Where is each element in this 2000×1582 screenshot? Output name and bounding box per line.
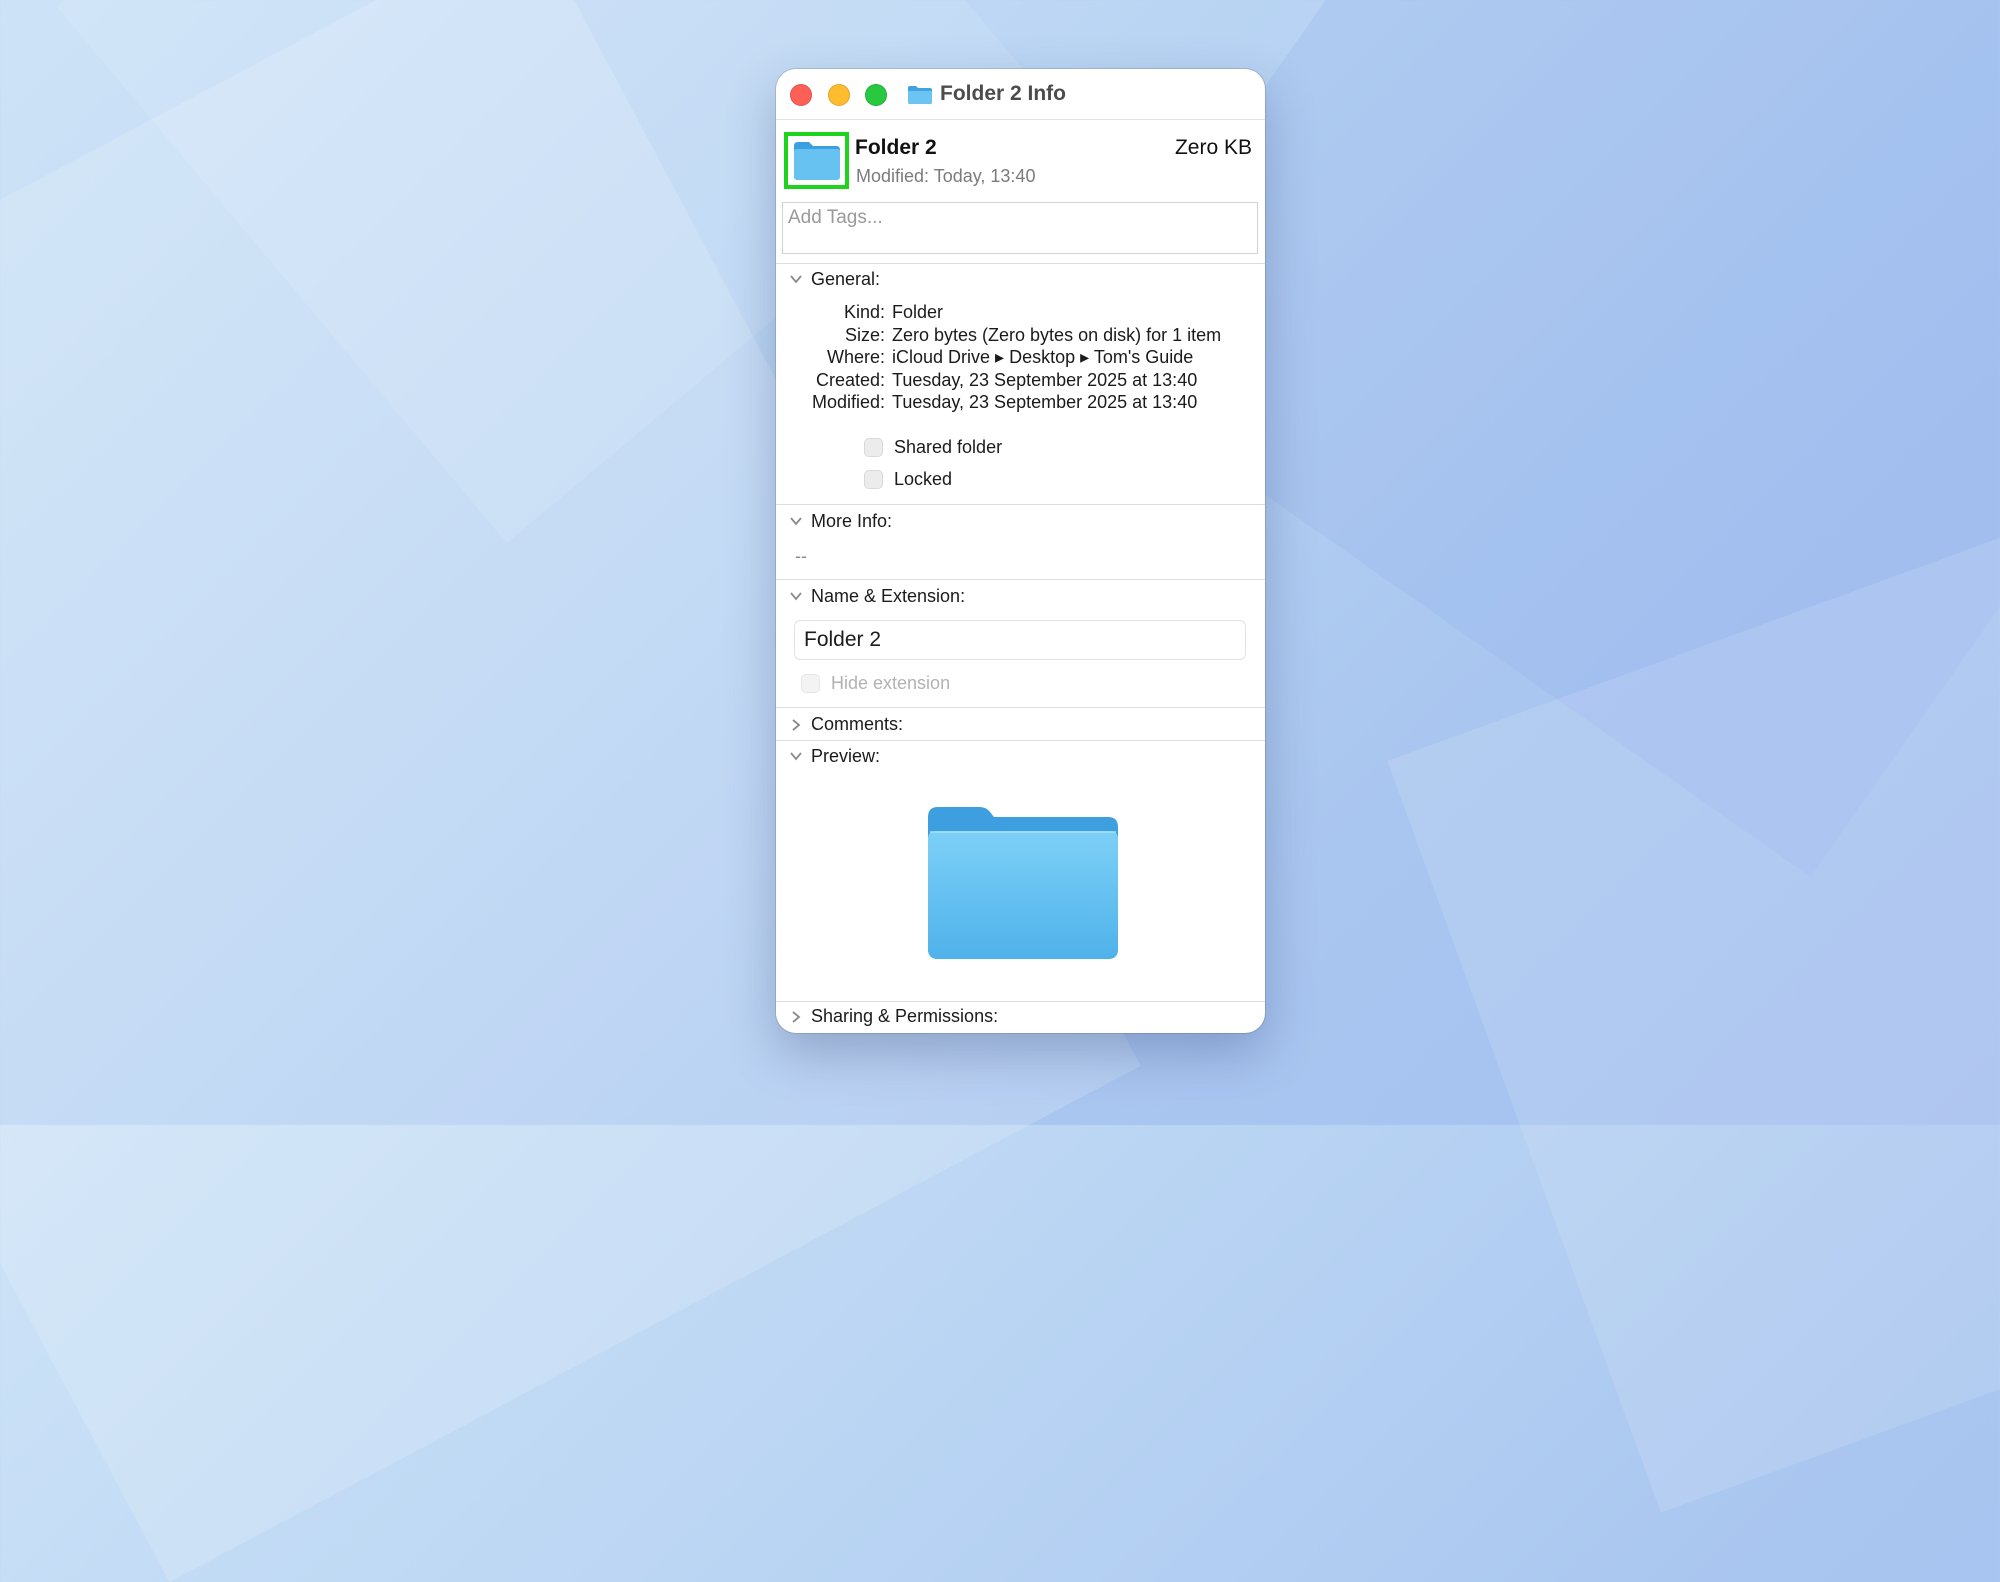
section-label: Name & Extension: [811,586,966,606]
zoom-button[interactable] [865,84,887,106]
folder-icon [928,807,1118,959]
item-size: Zero KB [1174,136,1252,159]
divider [776,740,1265,741]
info-row-where: Where: iCloud Drive ▸ Desktop ▸ Tom's Gu… [776,347,1265,369]
more-info-value: -- [795,546,807,566]
tags-input[interactable]: Add Tags... [782,202,1258,254]
checkbox-label: Hide extension [831,673,951,693]
item-modified: Modified: Today, 13:40 [856,166,1036,186]
info-key: Size: [844,325,885,345]
info-row-created: Created: Tuesday, 23 September 2025 at 1… [776,370,1265,392]
divider [776,579,1265,580]
info-value: iCloud Drive ▸ Desktop ▸ Tom's Guide [892,347,1194,367]
section-label: General: [811,269,881,289]
info-row-modified: Modified: Tuesday, 23 September 2025 at … [776,392,1265,414]
folder-icon-highlight[interactable] [784,132,849,189]
divider [776,707,1265,708]
section-label: Comments: [811,714,904,734]
close-button[interactable] [790,84,812,106]
checkbox-box[interactable] [864,438,883,457]
folder-icon [907,85,933,110]
info-row-size: Size: Zero bytes (Zero bytes on disk) fo… [776,325,1265,347]
info-window: Folder 2 Info Folder 2 Zero KB Modified:… [776,69,1265,1033]
info-key: Modified: [811,392,885,412]
info-value: Folder [892,302,944,322]
checkbox-label: Locked [894,469,953,489]
section-label: More Info: [811,511,893,531]
chevron-down-icon [790,592,802,601]
divider [776,263,1265,264]
checkbox-label: Shared folder [894,437,1003,457]
info-value: Zero bytes (Zero bytes on disk) for 1 it… [892,325,1222,345]
chevron-down-icon [790,275,802,284]
info-key: Kind: [843,302,885,322]
info-row-kind: Kind: Folder [776,302,1265,324]
minimize-button[interactable] [828,84,850,106]
checkbox-box[interactable] [801,674,820,693]
wallpaper-shape [1387,487,2000,1513]
info-value: Tuesday, 23 September 2025 at 13:40 [892,392,1198,412]
folder-icon[interactable] [792,140,842,182]
info-key: Created: [815,370,885,390]
window-title: Folder 2 Info [940,82,1066,105]
chevron-right-icon [792,719,801,731]
section-label: Sharing & Permissions: [811,1006,999,1026]
chevron-down-icon [790,517,802,526]
chevron-right-icon [792,1011,801,1023]
info-key: Where: [826,347,885,367]
name-input[interactable]: Folder 2 [794,620,1246,660]
divider [776,1001,1265,1002]
chevron-down-icon [790,752,802,761]
info-value: Tuesday, 23 September 2025 at 13:40 [892,370,1198,390]
section-label: Preview: [811,746,881,766]
divider [776,504,1265,505]
item-name: Folder 2 [855,136,937,159]
title-bar[interactable]: Folder 2 Info [776,69,1265,120]
checkbox-box[interactable] [864,470,883,489]
